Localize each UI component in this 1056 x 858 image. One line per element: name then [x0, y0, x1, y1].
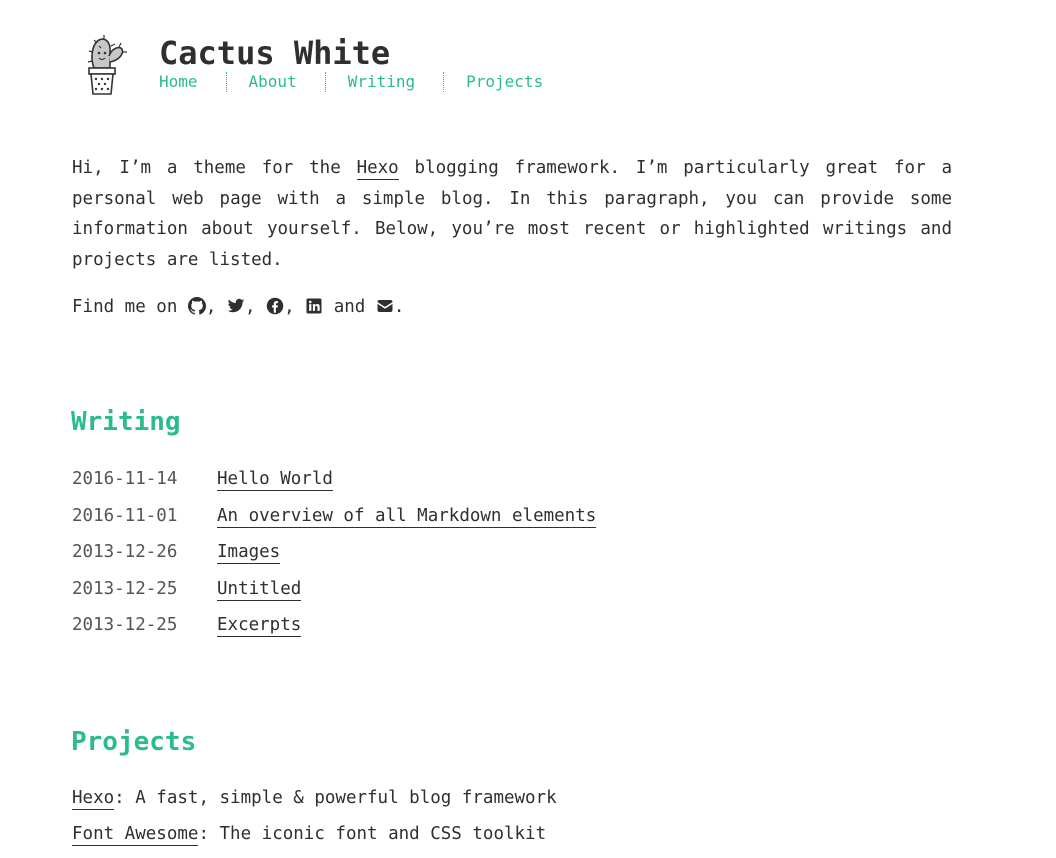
writing-heading: Writing: [71, 407, 181, 437]
envelope-icon[interactable]: [376, 297, 394, 317]
post-item: 2013-12-25 Excerpts: [72, 610, 596, 647]
nav-separator: [225, 72, 227, 92]
post-title-link[interactable]: Excerpts: [217, 615, 302, 638]
post-item: 2016-11-01 An overview of all Markdown el…: [72, 501, 597, 538]
github-icon[interactable]: [187, 297, 206, 317]
find-me-period: .: [393, 297, 405, 317]
post-item: 2016-11-14 Hello World: [72, 464, 596, 501]
project-list: Hexo: A fast, simple & powerful blog fra…: [72, 783, 557, 855]
intro-text-start: Hi, I’m a theme for the: [72, 158, 357, 178]
hexo-intro-link[interactable]: Hexo: [356, 158, 399, 180]
post-title-link[interactable]: An overview of all Markdown elements: [217, 505, 597, 528]
nav-separator: [324, 72, 326, 92]
find-me-comma: ,: [245, 297, 256, 317]
find-me-prefix: Find me on: [72, 297, 188, 317]
post-date: 2016-11-14: [72, 469, 178, 489]
post-date: 2013-12-25: [72, 615, 178, 636]
twitter-icon[interactable]: [227, 297, 245, 317]
project-item: Hexo: A fast, simple & powerful blog fra…: [72, 783, 557, 819]
post-title-link[interactable]: Hello World: [217, 469, 333, 491]
find-me-comma: ,: [284, 297, 295, 317]
nav-writing-link[interactable]: Writing: [348, 72, 415, 92]
post-date: 2016-11-01: [72, 505, 178, 526]
post-item: 2013-12-25 Untitled: [72, 574, 596, 611]
nav-home-link[interactable]: Home: [159, 72, 198, 92]
post-list: 2016-11-14 Hello World 2016-11-01 An overv…: [72, 464, 597, 647]
post-date: 2013-12-26: [72, 542, 178, 563]
projects-heading: Projects: [71, 727, 197, 757]
cactus-logo-icon[interactable]: [84, 34, 128, 98]
find-me-and: and: [333, 297, 366, 317]
find-me-comma: ,: [205, 297, 217, 317]
facebook-icon[interactable]: [266, 297, 284, 317]
nav-separator: [443, 72, 445, 92]
intro-paragraph: Hi, I’m a theme for the Hexo blogging fr…: [72, 153, 952, 275]
post-title-link[interactable]: Untitled: [217, 578, 302, 601]
post-title-link[interactable]: Images: [217, 542, 281, 565]
project-description: : A fast, simple & powerful blog framewo…: [114, 788, 557, 808]
find-me-line: Find me on , , , and .: [72, 292, 404, 322]
project-item: Font Awesome: The iconic font and CSS to…: [72, 819, 557, 855]
project-description: : The iconic font and CSS toolkit: [198, 824, 547, 844]
site-title: Cactus White: [159, 34, 391, 72]
project-name-link[interactable]: Font Awesome: [72, 824, 199, 846]
linkedin-icon[interactable]: [305, 297, 323, 317]
nav-about-link[interactable]: About: [249, 72, 297, 92]
main-nav: Home About Writing Projects: [159, 72, 543, 92]
project-name-link[interactable]: Hexo: [72, 788, 115, 810]
nav-projects-link[interactable]: Projects: [466, 72, 543, 92]
post-date: 2013-12-25: [72, 578, 178, 599]
post-item: 2013-12-26 Images: [72, 537, 596, 574]
